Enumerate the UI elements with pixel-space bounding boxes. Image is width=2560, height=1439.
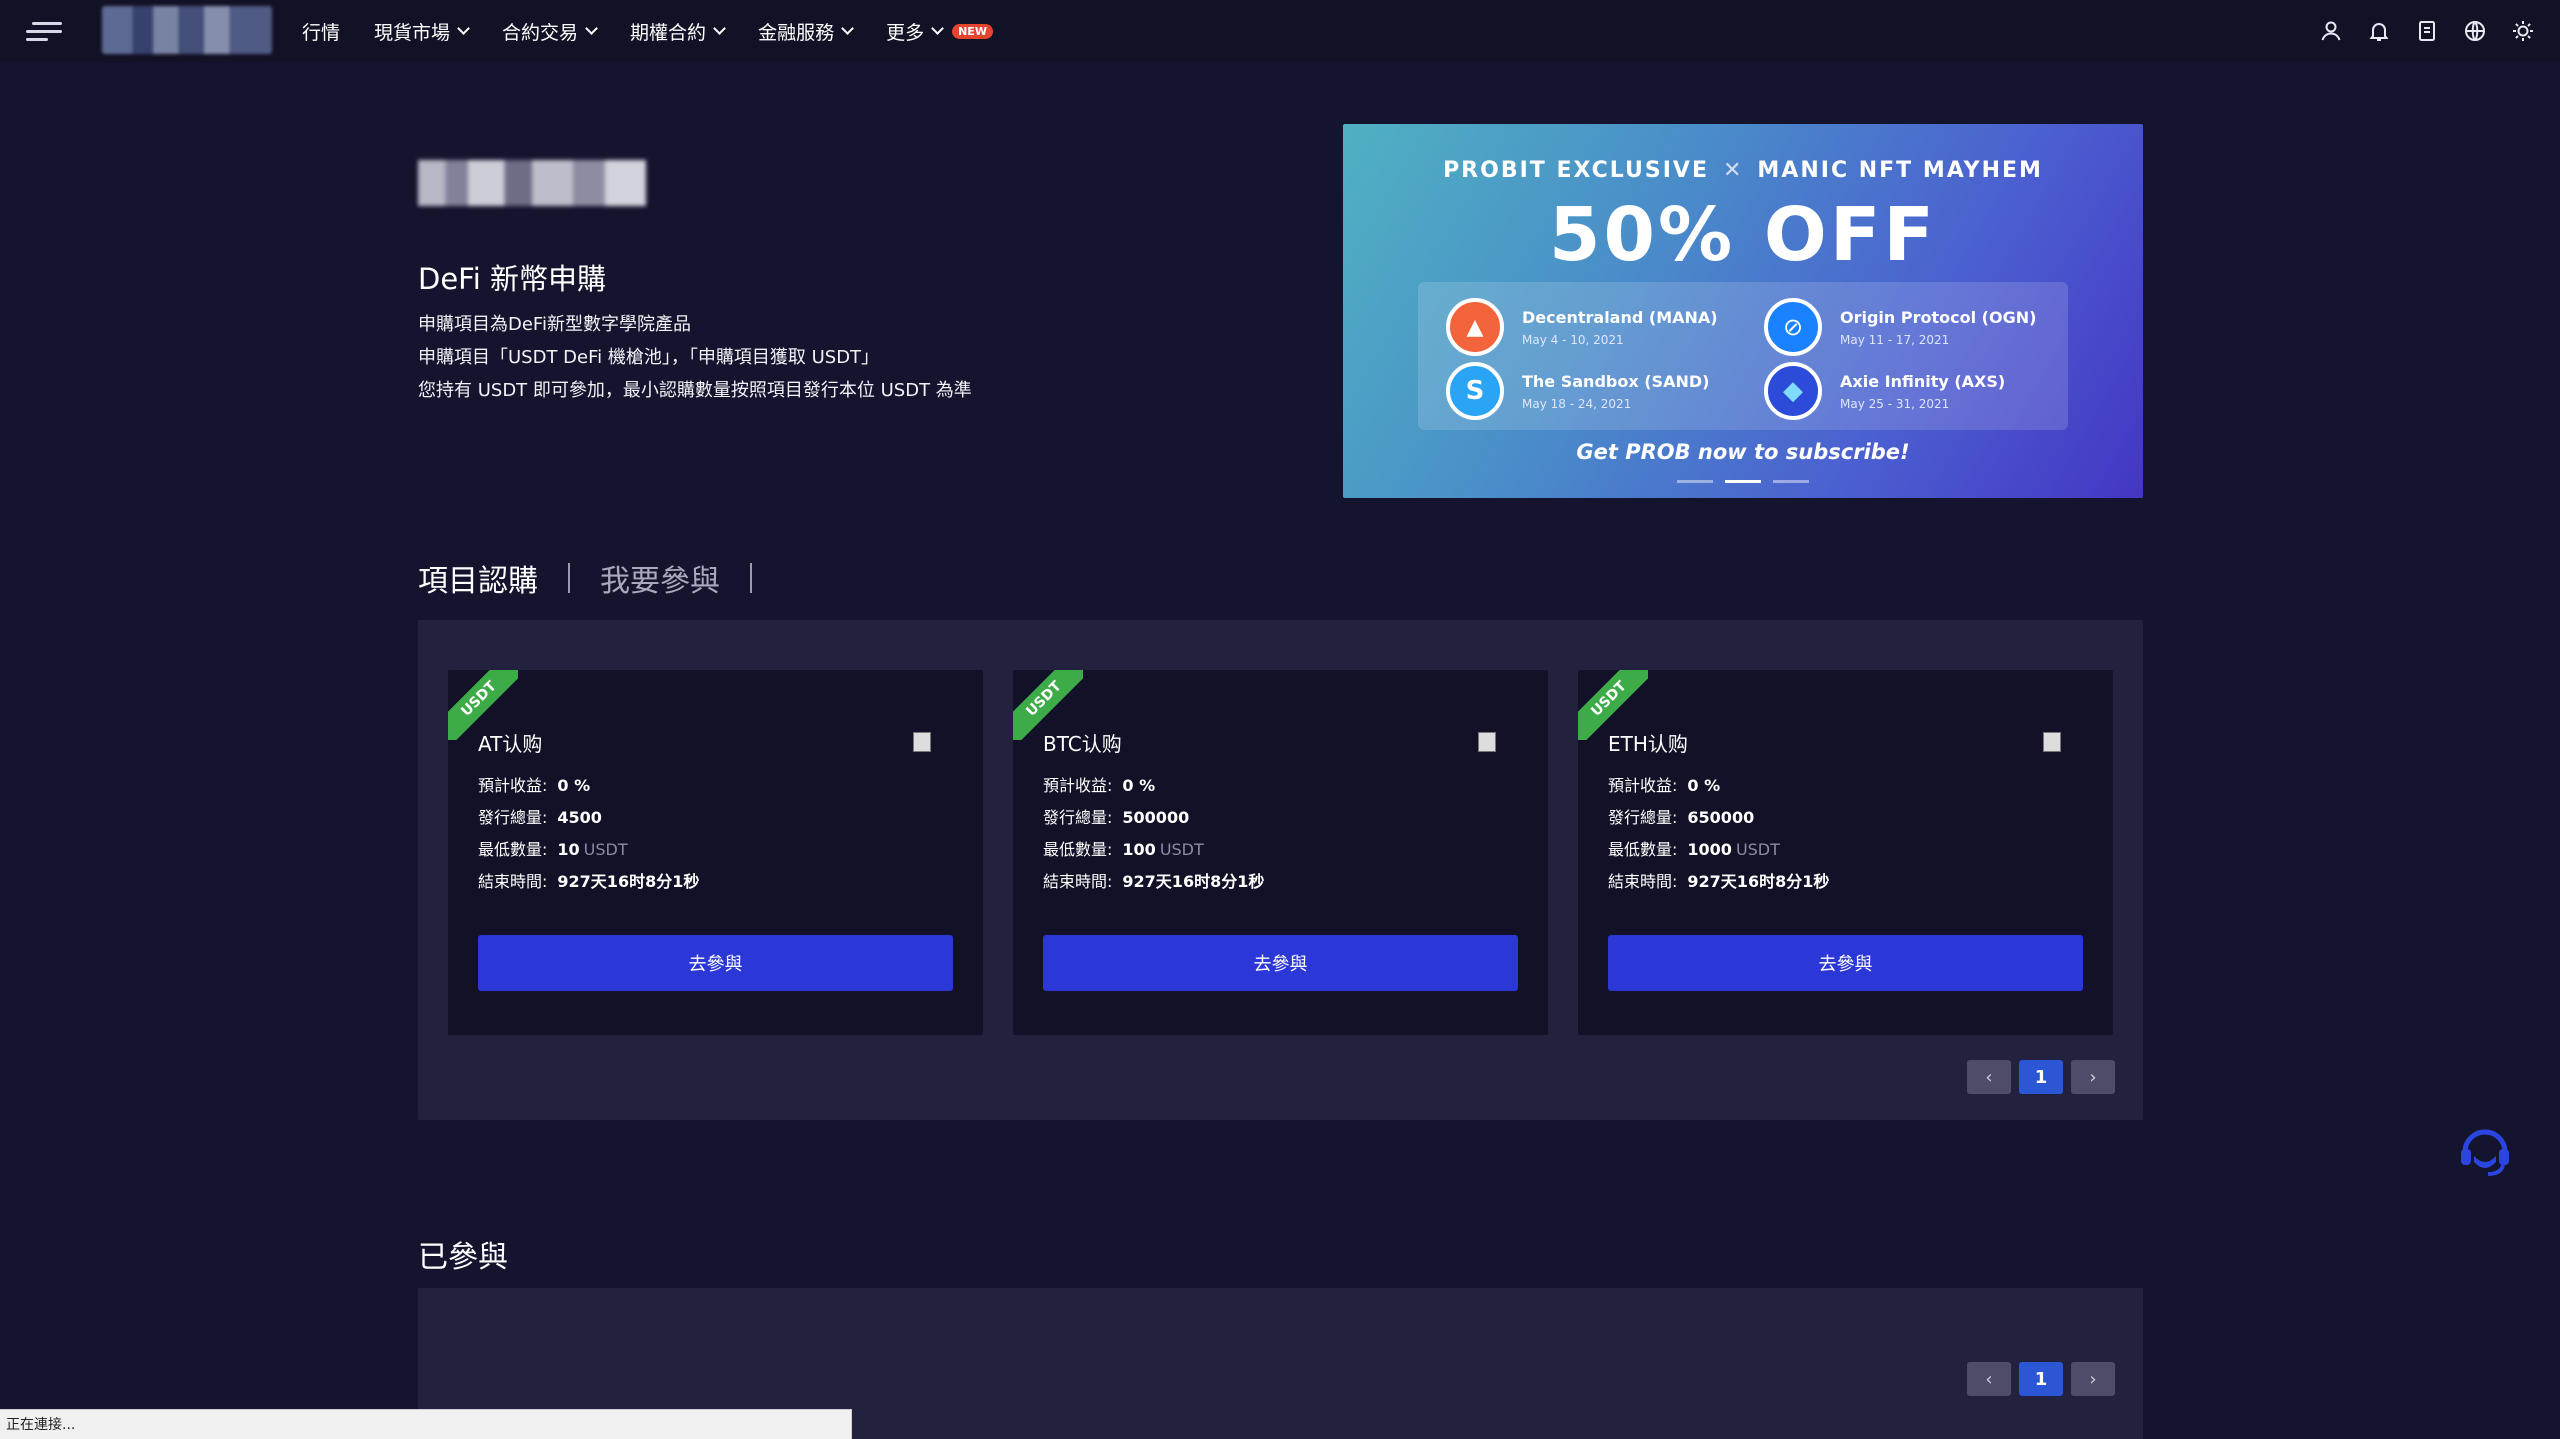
carousel-dots: [1343, 480, 2143, 483]
coin-item: S The Sandbox (SAND) May 18 - 24, 2021: [1446, 362, 1709, 420]
card-row-total: 發行總量: 4500: [478, 808, 602, 827]
banner-headline: 50% OFF: [1549, 192, 1937, 278]
mana-icon: ▲: [1446, 298, 1504, 356]
page-number-button[interactable]: 1: [2019, 1060, 2063, 1094]
tab-divider: [750, 563, 752, 593]
joined-title: 已參與: [418, 1240, 508, 1275]
page-title: DeFi 新幣申購: [418, 262, 607, 296]
sun-icon[interactable]: [2510, 18, 2536, 44]
banner-heading: PROBIT EXCLUSIVE ✕ MANIC NFT MAYHEM: [1443, 158, 2043, 183]
project-card: USDT BTC认购 預計收益: 0 % 發行總量: 500000 最低數量: 100…: [1013, 670, 1548, 1035]
customer-support-icon[interactable]: [2456, 1122, 2514, 1180]
next-page-button[interactable]: ›: [2071, 1362, 2115, 1396]
card-row-total: 發行總量: 650000: [1608, 808, 1755, 827]
prev-page-button[interactable]: ‹: [1967, 1060, 2011, 1094]
nav-item-more[interactable]: 更多 NEW: [886, 18, 993, 45]
card-title: AT认购: [478, 732, 543, 756]
globe-icon[interactable]: [2462, 18, 2488, 44]
card-row-end: 結束時間: 927天16时8分1秒: [1043, 872, 1265, 891]
tab-participate[interactable]: 我要參與: [600, 556, 720, 600]
menu-icon[interactable]: [26, 22, 64, 42]
prev-page-button[interactable]: ‹: [1967, 1362, 2011, 1396]
nav-item-spot[interactable]: 現貨市場: [374, 18, 470, 45]
nav-links: 行情 現貨市場 合約交易 期權合約 金融服務 更多 NEW: [302, 0, 1027, 62]
tab-divider: [568, 563, 570, 593]
project-card: USDT AT认购 預計收益: 0 % 發行總量: 4500 最低數量: 10 USDT…: [448, 670, 983, 1035]
project-panel: USDT AT认购 預計收益: 0 % 發行總量: 4500 最低數量: 10 USDT…: [418, 620, 2143, 1120]
card-row-end: 結束時間: 927天16时8分1秒: [1608, 872, 1830, 891]
axs-icon: ◆: [1764, 362, 1822, 420]
pagination: ‹ 1 ›: [1959, 1060, 2115, 1094]
document-icon[interactable]: [2414, 18, 2440, 44]
join-button[interactable]: 去參與: [1608, 935, 2083, 991]
pagination: ‹ 1 ›: [1959, 1362, 2115, 1396]
project-logo: [418, 160, 646, 206]
card-row-end: 結束時間: 927天16时8分1秒: [478, 872, 700, 891]
new-badge: NEW: [952, 23, 993, 39]
next-page-button[interactable]: ›: [2071, 1060, 2115, 1094]
nav-item-contract[interactable]: 合約交易: [502, 18, 598, 45]
card-title: ETH认购: [1608, 732, 1688, 756]
coin-item: ▲ Decentraland (MANA) May 4 - 10, 2021: [1446, 298, 1718, 356]
user-icon[interactable]: [2318, 18, 2344, 44]
chevron-down-icon: [585, 22, 598, 35]
top-nav: 行情 現貨市場 合約交易 期權合約 金融服務 更多 NEW: [0, 0, 2560, 62]
banner-cta: Get PROB now to subscribe!: [1576, 440, 1910, 464]
card-row-min: 最低數量: 1000 USDT: [1608, 840, 1780, 859]
card-row-return: 預計收益: 0 %: [1608, 776, 1721, 795]
brand-logo[interactable]: [102, 6, 272, 54]
hero-description: 申購項目為DeFi新型數字學院產品 申購項目「USDT DeFi 機槍池」，「申…: [418, 308, 972, 407]
project-card: USDT ETH认购 預計收益: 0 % 發行總量: 650000 最低數量: 100…: [1578, 670, 2113, 1035]
coin-item: ⊘ Origin Protocol (OGN) May 11 - 17, 2021: [1764, 298, 2036, 356]
card-row-return: 預計收益: 0 %: [1043, 776, 1156, 795]
hero-line: 申購項目為DeFi新型數字學院產品: [418, 314, 691, 335]
hero-line: 申購項目「USDT DeFi 機槍池」，「申購項目獲取 USDT」: [418, 347, 880, 368]
chevron-down-icon: [841, 22, 854, 35]
join-button[interactable]: 去參與: [1043, 935, 1518, 991]
page-number-button[interactable]: 1: [2019, 1362, 2063, 1396]
chevron-down-icon: [713, 22, 726, 35]
carousel-dot[interactable]: [1773, 480, 1809, 483]
broken-image-icon: [913, 732, 931, 752]
broken-image-icon: [1478, 732, 1496, 752]
card-row-return: 預計收益: 0 %: [478, 776, 591, 795]
nav-item-market[interactable]: 行情: [302, 18, 340, 45]
bell-icon[interactable]: [2366, 18, 2392, 44]
carousel-dot-active[interactable]: [1725, 480, 1761, 483]
browser-status-bar: 正在連接...: [0, 1409, 852, 1439]
card-title: BTC认购: [1043, 732, 1122, 756]
promo-banner[interactable]: PROBIT EXCLUSIVE ✕ MANIC NFT MAYHEM 50% OF…: [1343, 124, 2143, 498]
join-button[interactable]: 去參與: [478, 935, 953, 991]
card-row-min: 最低數量: 100 USDT: [1043, 840, 1204, 859]
nav-item-finance[interactable]: 金融服務: [758, 18, 854, 45]
card-row-total: 發行總量: 500000: [1043, 808, 1190, 827]
tab-subscribe[interactable]: 項目認購: [418, 556, 538, 600]
carousel-dot[interactable]: [1677, 480, 1713, 483]
nav-item-options[interactable]: 期權合約: [630, 18, 726, 45]
coin-item: ◆ Axie Infinity (AXS) May 25 - 31, 2021: [1764, 362, 2005, 420]
chevron-down-icon: [931, 22, 944, 35]
card-row-min: 最低數量: 10 USDT: [478, 840, 628, 859]
subscription-tabs: 項目認購 我要參與: [418, 556, 782, 600]
ogn-icon: ⊘: [1764, 298, 1822, 356]
nav-icons: [2296, 0, 2536, 62]
chevron-down-icon: [457, 22, 470, 35]
hero-line: 您持有 USDT 即可參加，最小認購數量按照項目發行本位 USDT 為準: [418, 380, 972, 401]
broken-image-icon: [2043, 732, 2061, 752]
sand-icon: S: [1446, 362, 1504, 420]
banner-coin-list: ▲ Decentraland (MANA) May 4 - 10, 2021 ⊘ …: [1418, 282, 2068, 430]
